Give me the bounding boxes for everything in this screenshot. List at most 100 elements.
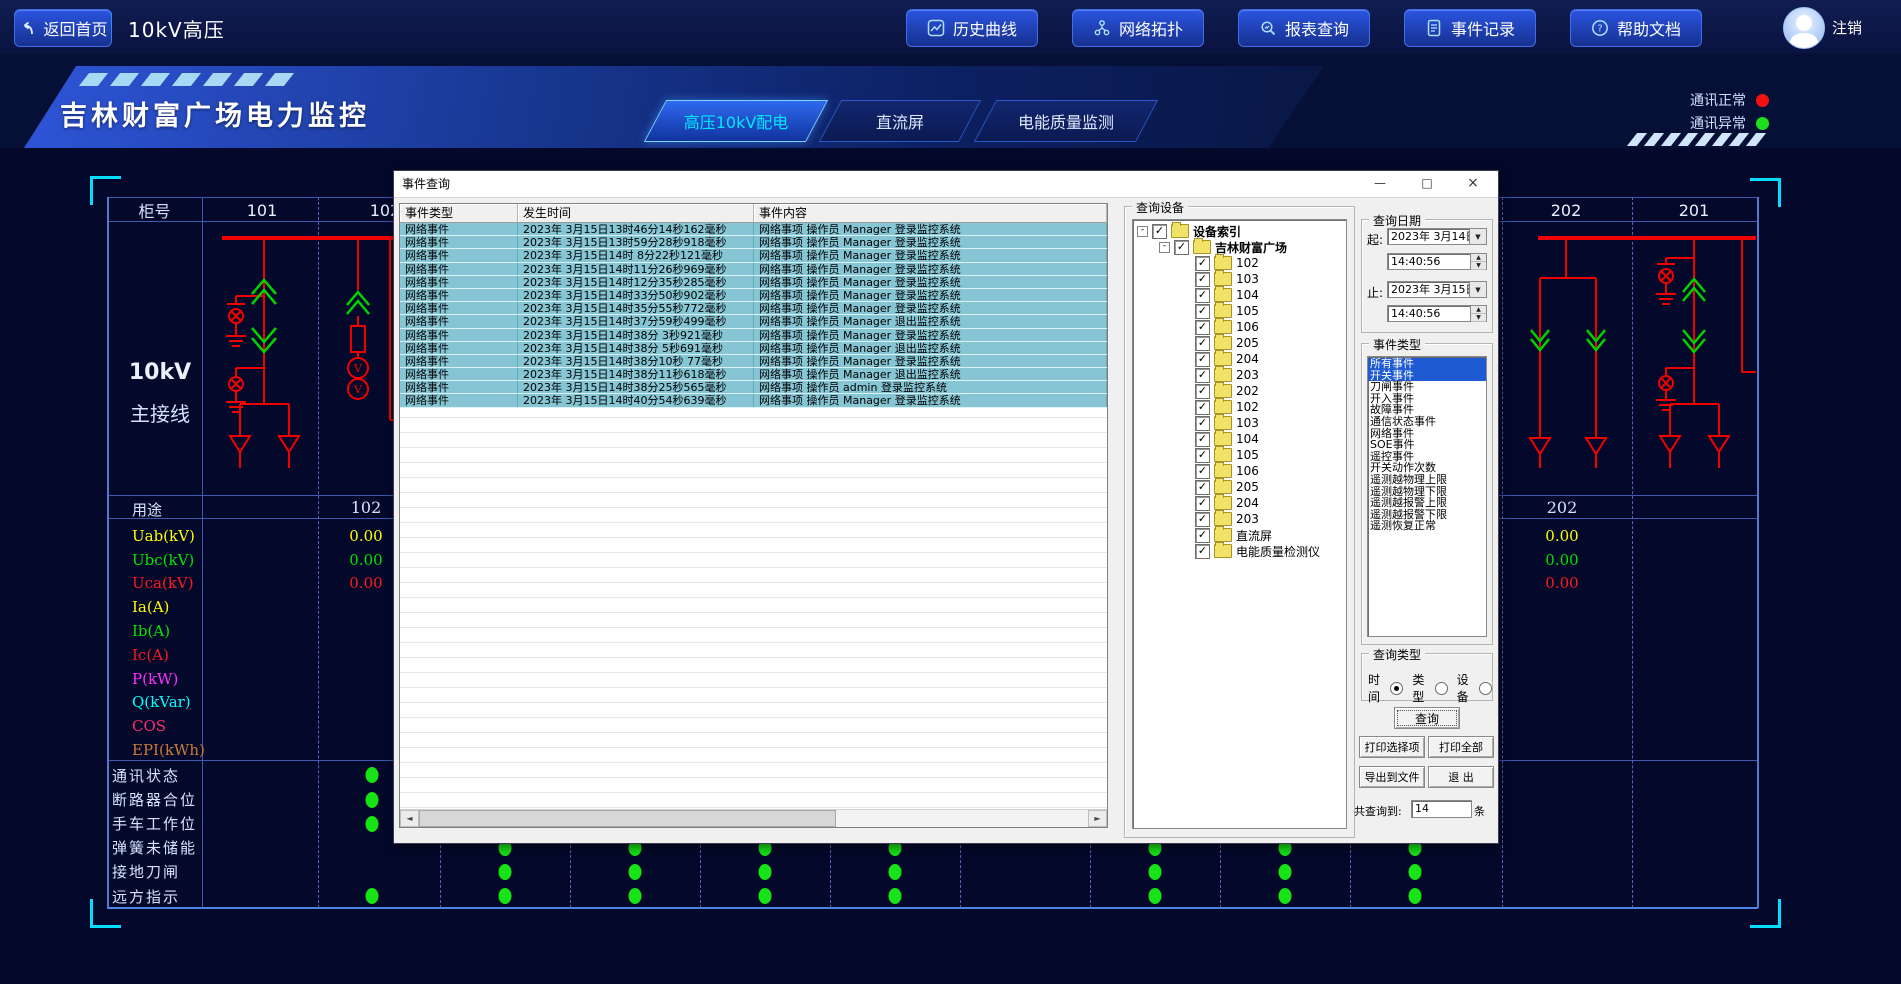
tree-device-label[interactable]: 205	[1236, 480, 1259, 494]
tree-device-item[interactable]: ✓ 102	[1137, 255, 1346, 271]
tree-device-item[interactable]: ✓ 103	[1137, 271, 1346, 287]
checkbox-checked[interactable]: ✓	[1195, 480, 1210, 495]
checkbox-checked[interactable]: ✓	[1195, 496, 1210, 511]
checkbox-checked[interactable]: ✓	[1195, 400, 1210, 415]
to-time-spinner[interactable]: 14:40:56 ▲▼	[1387, 305, 1487, 322]
checkbox-checked[interactable]: ✓	[1152, 224, 1167, 239]
nav-button-network-topology[interactable]: 网络拓扑	[1072, 9, 1204, 47]
from-time-value[interactable]: 14:40:56	[1387, 253, 1471, 270]
tab-hv-10kv-distribution[interactable]: 高压10kV配电	[655, 100, 817, 142]
to-date-picker[interactable]: 2023年 3月15日 ▼	[1387, 281, 1487, 298]
checkbox-checked[interactable]: ✓	[1195, 432, 1210, 447]
scroll-left-icon[interactable]: ◄	[400, 810, 419, 827]
tree-device-label[interactable]: 204	[1236, 352, 1259, 366]
scrollbar-thumb[interactable]	[419, 810, 836, 827]
tree-device-item[interactable]: ✓ 106	[1137, 463, 1346, 479]
tree-device-label[interactable]: 103	[1236, 272, 1259, 286]
checkbox-checked[interactable]: ✓	[1195, 304, 1210, 319]
checkbox-checked[interactable]: ✓	[1195, 288, 1210, 303]
tree-device-item[interactable]: ✓ 104	[1137, 431, 1346, 447]
from-date-value[interactable]: 2023年 3月14日	[1387, 228, 1470, 245]
event-table-row[interactable]: 网络事件 2023年 3月15日14时37分59秒499毫秒 网络事项 操作员 …	[400, 315, 1107, 328]
spin-down-icon[interactable]: ▼	[1471, 314, 1486, 322]
tree-device-item[interactable]: ✓ 204	[1137, 351, 1346, 367]
event-table-row[interactable]: 网络事件 2023年 3月15日14时38分11秒618毫秒 网络事项 操作员 …	[400, 368, 1107, 381]
tab-power-quality[interactable]: 电能质量监测	[985, 100, 1147, 142]
expander-icon[interactable]: -	[1159, 242, 1170, 253]
event-table-row[interactable]: 网络事件 2023年 3月15日14时35分55秒772毫秒 网络事项 操作员 …	[400, 302, 1107, 315]
tree-device-label[interactable]: 105	[1236, 304, 1259, 318]
event-table-row[interactable]: 网络事件 2023年 3月15日14时38分 3秒921毫秒 网络事项 操作员 …	[400, 329, 1107, 342]
tree-device-item[interactable]: ✓ 102	[1137, 399, 1346, 415]
spin-down-icon[interactable]: ▼	[1471, 262, 1486, 270]
tree-root-row[interactable]: - ✓ 设备索引	[1137, 223, 1346, 239]
checkbox-checked[interactable]: ✓	[1195, 256, 1210, 271]
from-time-spinner[interactable]: 14:40:56 ▲▼	[1387, 253, 1487, 270]
tree-device-item[interactable]: ✓ 205	[1137, 335, 1346, 351]
event-table-row[interactable]: 网络事件 2023年 3月15日13时59分28秒918毫秒 网络事项 操作员 …	[400, 236, 1107, 249]
tree-device-label[interactable]: 103	[1236, 416, 1259, 430]
to-time-value[interactable]: 14:40:56	[1387, 305, 1471, 322]
tree-site-row[interactable]: - ✓ 吉林财富广场	[1137, 239, 1346, 255]
query-button[interactable]: 查询	[1394, 707, 1460, 729]
tree-device-label[interactable]: 104	[1236, 432, 1259, 446]
event-table-row[interactable]: 网络事件 2023年 3月15日14时38分10秒 77毫秒 网络事项 操作员 …	[400, 355, 1107, 368]
dropdown-arrow-icon[interactable]: ▼	[1470, 228, 1487, 245]
nav-button-event-records[interactable]: 事件记录	[1404, 9, 1536, 47]
tree-device-item[interactable]: ✓ 105	[1137, 447, 1346, 463]
radio-icon[interactable]	[1479, 682, 1492, 695]
checkbox-checked[interactable]: ✓	[1195, 512, 1210, 527]
tree-device-item[interactable]: ✓ 104	[1137, 287, 1346, 303]
from-date-picker[interactable]: 2023年 3月14日 ▼	[1387, 228, 1487, 245]
dialog-title-bar[interactable]: 事件查询 — □ ×	[394, 171, 1498, 198]
tree-device-label[interactable]: 102	[1236, 400, 1259, 414]
user-avatar-icon[interactable]	[1783, 7, 1825, 49]
close-button[interactable]: ×	[1459, 175, 1487, 193]
event-table-row[interactable]: 网络事件 2023年 3月15日14时38分25秒565毫秒 网络事项 操作员 …	[400, 381, 1107, 394]
tree-device-label[interactable]: 106	[1236, 320, 1259, 334]
dropdown-arrow-icon[interactable]: ▼	[1470, 281, 1487, 298]
event-table-row[interactable]: 网络事件 2023年 3月15日14时 8分22秒121毫秒 网络事项 操作员 …	[400, 249, 1107, 262]
tree-site-label[interactable]: 吉林财富广场	[1215, 239, 1287, 256]
checkbox-checked[interactable]: ✓	[1195, 352, 1210, 367]
tree-device-item[interactable]: ✓ 105	[1137, 303, 1346, 319]
radio-icon[interactable]	[1435, 682, 1448, 695]
tree-device-label[interactable]: 203	[1236, 368, 1259, 382]
tree-device-label[interactable]: 104	[1236, 288, 1259, 302]
radio-option-time[interactable]: 时间	[1368, 671, 1403, 705]
column-header-event-type[interactable]: 事件类型	[400, 204, 518, 223]
checkbox-checked[interactable]: ✓	[1195, 528, 1210, 543]
event-table-row[interactable]: 网络事件 2023年 3月15日14时12分35秒285毫秒 网络事项 操作员 …	[400, 276, 1107, 289]
spin-up-icon[interactable]: ▲	[1471, 254, 1486, 262]
column-header-event-content[interactable]: 事件内容	[754, 204, 1107, 223]
tree-device-item[interactable]: ✓ 204	[1137, 495, 1346, 511]
event-type-listbox[interactable]: 所有事件开关事件刀闸事件开入事件故障事件通信状态事件网络事件SOE事件遥控事件开…	[1367, 356, 1487, 637]
tree-device-label[interactable]: 直流屏	[1236, 527, 1272, 544]
radio-option-type[interactable]: 类型	[1412, 671, 1447, 705]
nav-button-report-query[interactable]: 报表查询	[1238, 9, 1370, 47]
scroll-right-icon[interactable]: ►	[1088, 810, 1107, 827]
nav-button-history-curve[interactable]: 历史曲线	[906, 9, 1038, 47]
print-all-button[interactable]: 打印全部	[1428, 736, 1494, 758]
spin-up-icon[interactable]: ▲	[1471, 306, 1486, 314]
nav-button-help-docs[interactable]: ? 帮助文档	[1570, 9, 1702, 47]
tree-device-item[interactable]: ✓ 电能质量检测仪	[1137, 543, 1346, 559]
tree-device-item[interactable]: ✓ 203	[1137, 367, 1346, 383]
tree-device-item[interactable]: ✓ 205	[1137, 479, 1346, 495]
checkbox-checked[interactable]: ✓	[1195, 544, 1210, 559]
logout-button[interactable]: 注销	[1832, 17, 1862, 38]
tree-device-label[interactable]: 105	[1236, 448, 1259, 462]
tree-device-item[interactable]: ✓ 106	[1137, 319, 1346, 335]
maximize-button[interactable]: □	[1413, 175, 1441, 193]
tree-device-label[interactable]: 202	[1236, 384, 1259, 398]
tab-dc-panel[interactable]: 直流屏	[830, 100, 970, 142]
tree-device-label[interactable]: 电能质量检测仪	[1236, 543, 1320, 560]
radio-option-device[interactable]: 设备	[1457, 671, 1492, 705]
tree-device-label[interactable]: 204	[1236, 496, 1259, 510]
checkbox-checked[interactable]: ✓	[1195, 464, 1210, 479]
exit-button[interactable]: 退 出	[1428, 766, 1494, 788]
checkbox-checked[interactable]: ✓	[1195, 384, 1210, 399]
checkbox-checked[interactable]: ✓	[1195, 368, 1210, 383]
checkbox-checked[interactable]: ✓	[1195, 320, 1210, 335]
checkbox-checked[interactable]: ✓	[1174, 240, 1189, 255]
